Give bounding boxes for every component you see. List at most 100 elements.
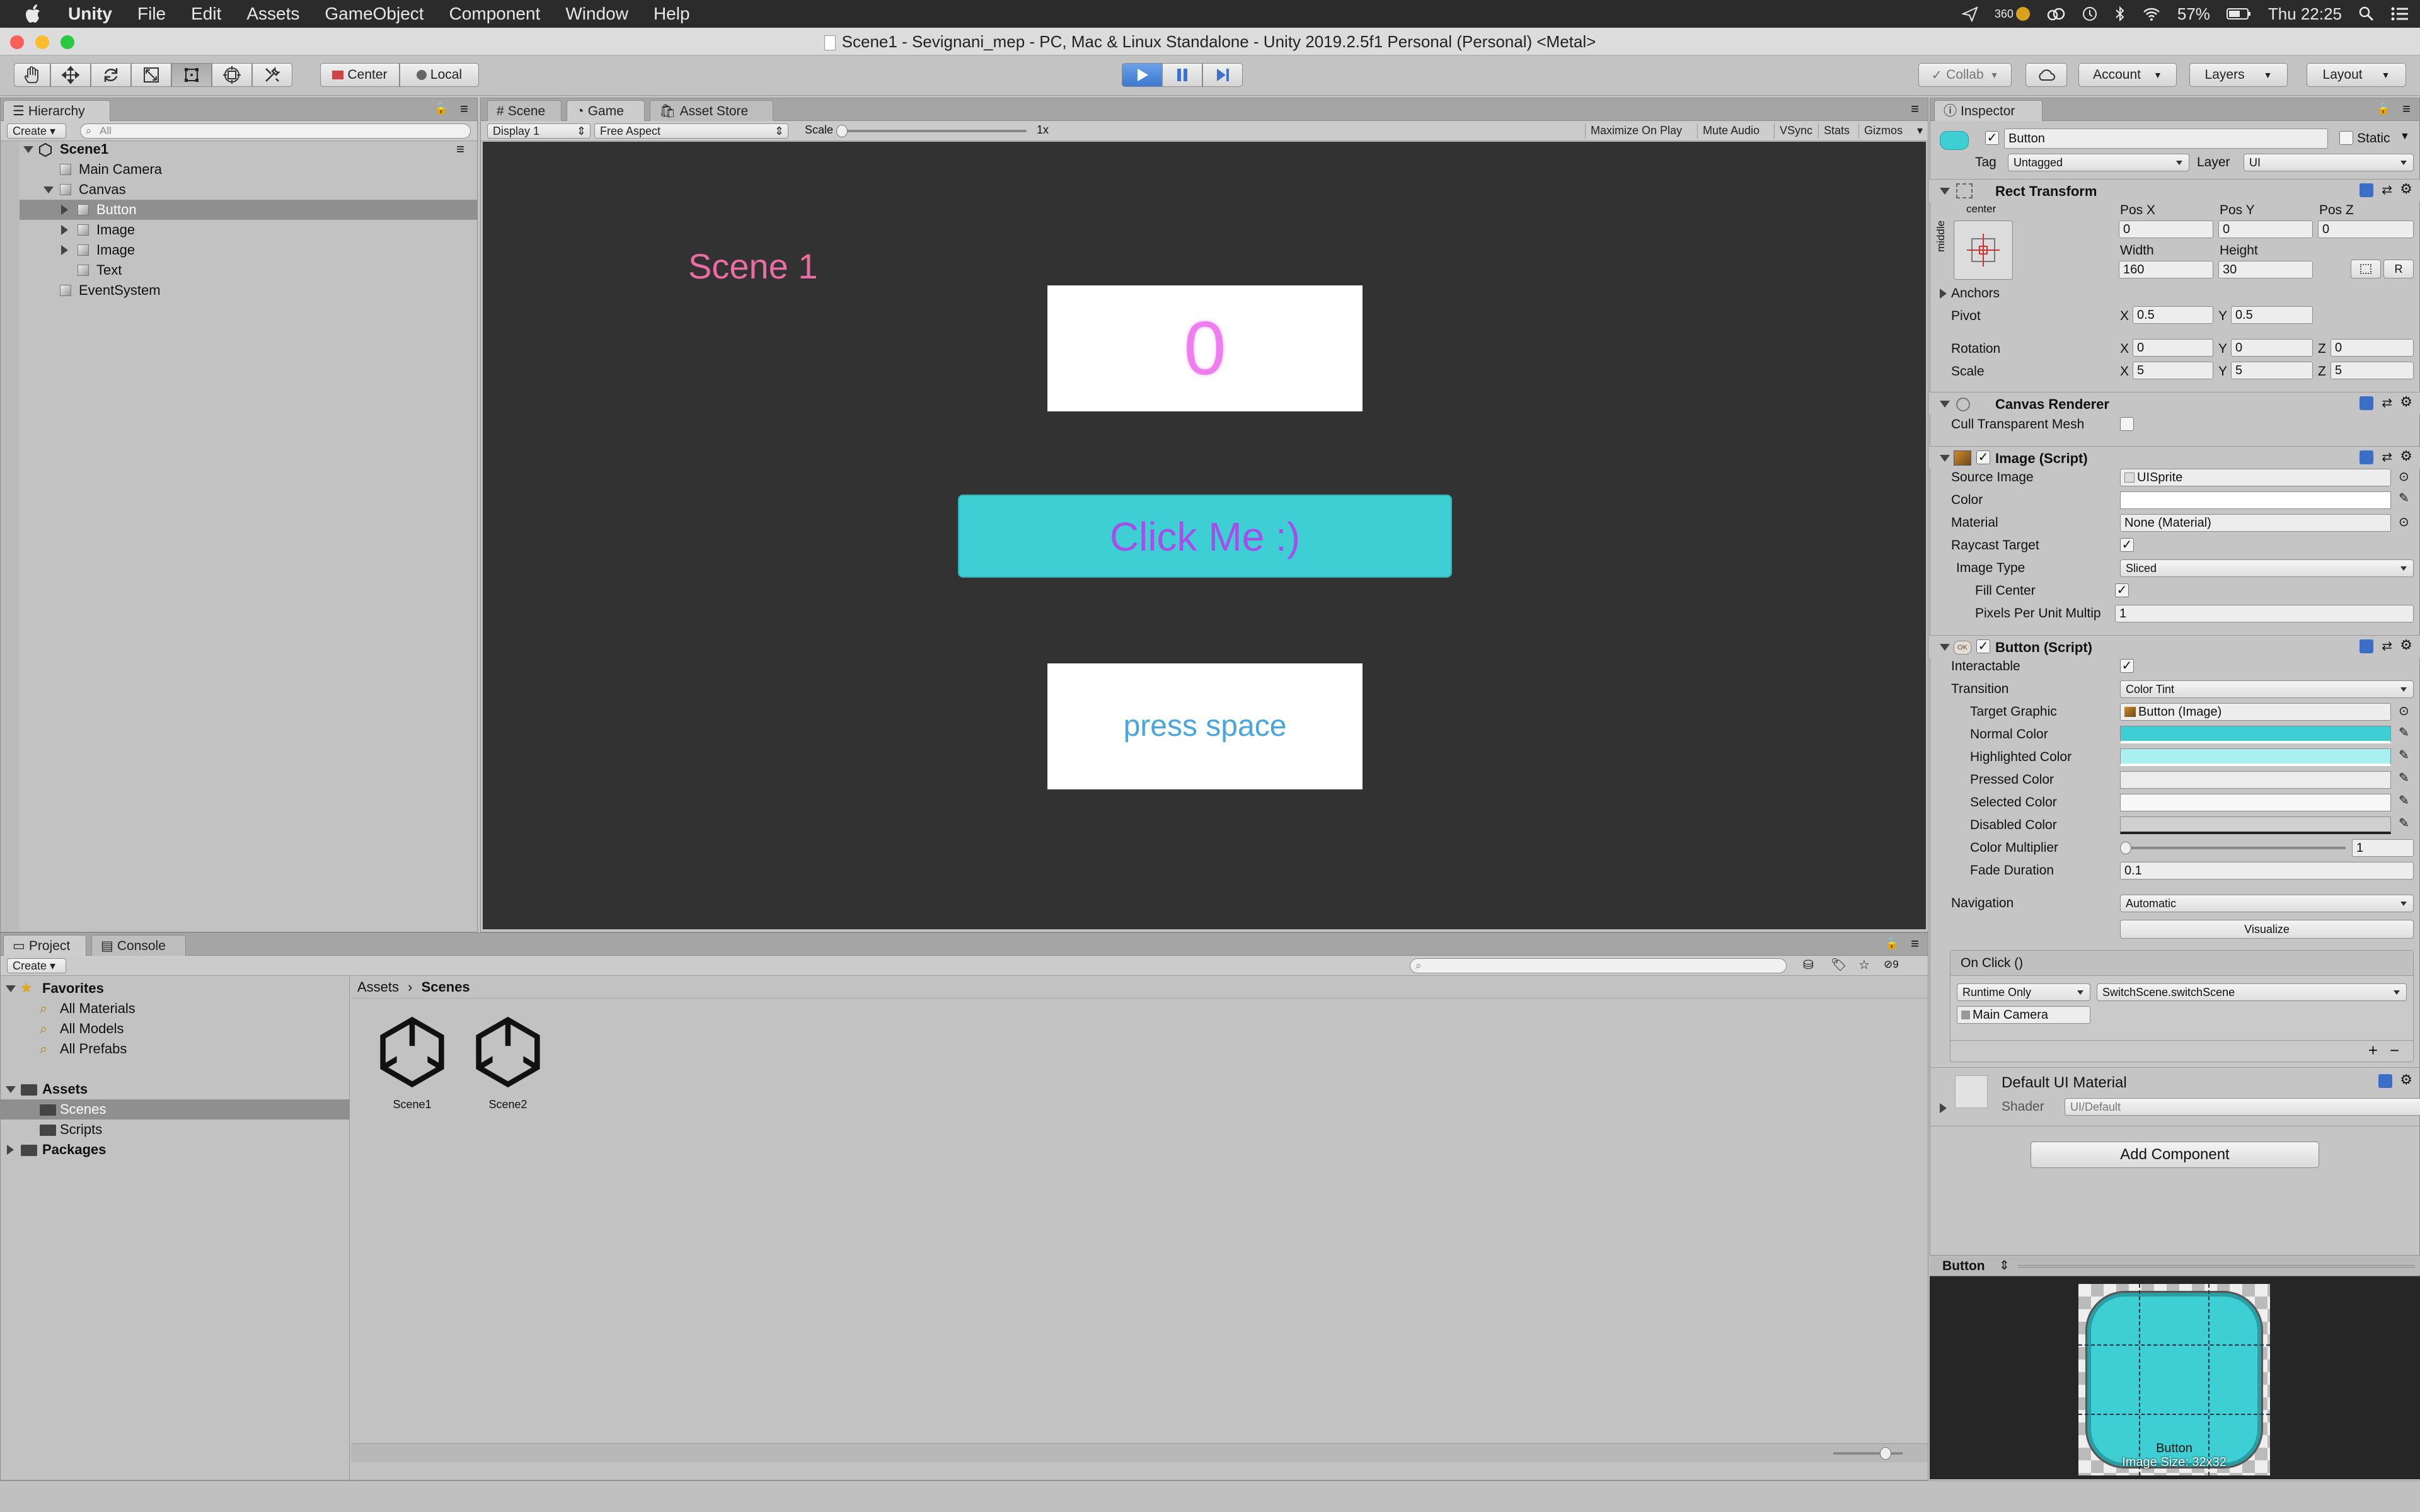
notification-center-icon[interactable] bbox=[2391, 6, 2409, 21]
tab-inspector[interactable]: ⓘ Inspector bbox=[1934, 100, 2043, 121]
image-script-header[interactable]: ✓ Image (Script) ⇄ ⚙ bbox=[1930, 446, 2420, 469]
scale-x-field[interactable]: 5 bbox=[2133, 362, 2213, 379]
pressed-color-field[interactable] bbox=[2120, 771, 2391, 789]
color-multiplier-slider[interactable] bbox=[2124, 847, 2346, 849]
hierarchy-item-image-2[interactable]: Image bbox=[20, 240, 473, 260]
posy-field[interactable]: 0 bbox=[2218, 220, 2313, 238]
pivot-local-button[interactable]: Local bbox=[400, 63, 479, 87]
lock-icon[interactable]: 🔒 bbox=[434, 102, 448, 115]
component-gear-icon[interactable]: ⚙ bbox=[2400, 448, 2412, 464]
icon-size-slider[interactable] bbox=[1833, 1452, 1903, 1455]
hierarchy-item-canvas[interactable]: Canvas bbox=[20, 180, 473, 200]
lock-icon[interactable]: 🔒 bbox=[1885, 937, 1899, 950]
transform-tool-button[interactable] bbox=[212, 63, 252, 87]
scale-y-field[interactable]: 5 bbox=[2231, 362, 2313, 379]
canvas-renderer-header[interactable]: Canvas Renderer ⇄ ⚙ bbox=[1930, 392, 2420, 415]
expand-arrow-icon[interactable] bbox=[61, 225, 68, 235]
tab-asset-store[interactable]: 🛍 Asset Store bbox=[650, 100, 773, 121]
foldout-arrow-icon[interactable] bbox=[1940, 644, 1950, 651]
rotation-x-field[interactable]: 0 bbox=[2133, 339, 2213, 357]
button-enabled-checkbox[interactable]: ✓ bbox=[1976, 639, 1990, 653]
project-create-button[interactable]: Create ▾ bbox=[7, 958, 66, 973]
foldout-arrow-icon[interactable] bbox=[1940, 188, 1950, 195]
object-picker-icon[interactable]: ⊙ bbox=[2399, 703, 2409, 719]
cloud-button[interactable] bbox=[2025, 63, 2067, 87]
add-listener-button[interactable]: + bbox=[2368, 1041, 2378, 1060]
click-me-button[interactable]: Click Me :) bbox=[958, 495, 1452, 578]
navigation-dropdown[interactable]: Automatic bbox=[2120, 895, 2414, 912]
target-graphic-field[interactable]: Button (Image) bbox=[2120, 703, 2391, 721]
display-dropdown[interactable]: Display 1 ⇕ bbox=[487, 123, 591, 139]
preset-sliders-icon[interactable]: ⇄ bbox=[2382, 182, 2392, 198]
function-dropdown[interactable]: SwitchScene.switchScene bbox=[2097, 983, 2407, 1001]
tab-console[interactable]: ▤ Console bbox=[91, 935, 186, 956]
scale-z-field[interactable]: 5 bbox=[2331, 362, 2414, 379]
layer-dropdown[interactable]: UI bbox=[2244, 154, 2414, 171]
layers-dropdown[interactable]: Layers ▼ bbox=[2189, 63, 2288, 87]
tab-project[interactable]: ▭ Project bbox=[3, 935, 86, 956]
mute-audio-toggle[interactable]: Mute Audio bbox=[1697, 123, 1772, 139]
help-book-icon[interactable] bbox=[2360, 450, 2373, 464]
apple-icon[interactable] bbox=[0, 4, 55, 24]
temperature-badge[interactable]: 360 bbox=[1995, 7, 2030, 21]
panel-menu-icon[interactable]: ≡ bbox=[1911, 936, 1919, 952]
hierarchy-item-text[interactable]: Text bbox=[20, 260, 473, 280]
height-field[interactable]: 30 bbox=[2218, 261, 2313, 278]
preset-sliders-icon[interactable]: ⇄ bbox=[2382, 395, 2392, 411]
cull-checkbox[interactable] bbox=[2120, 417, 2134, 431]
expand-arrow-icon[interactable] bbox=[61, 245, 68, 255]
expand-arrow-icon[interactable] bbox=[61, 205, 68, 215]
expand-arrow-icon[interactable] bbox=[43, 186, 54, 193]
wifi-icon[interactable] bbox=[2142, 6, 2161, 21]
play-button[interactable] bbox=[1122, 63, 1162, 87]
preset-sliders-icon[interactable]: ⇄ bbox=[2382, 449, 2392, 465]
move-tool-button[interactable] bbox=[50, 63, 91, 87]
disabled-color-field[interactable] bbox=[2120, 816, 2391, 834]
filter-by-label-icon[interactable]: 🏷 bbox=[1831, 957, 1847, 973]
eyedropper-icon[interactable]: ✎ bbox=[2399, 770, 2409, 786]
add-component-button[interactable]: Add Component bbox=[2031, 1142, 2319, 1168]
scene-menu-icon[interactable]: ≡ bbox=[456, 139, 464, 159]
anchors-foldout-icon[interactable] bbox=[1940, 289, 1947, 299]
aspect-dropdown[interactable]: Free Aspect ⇕ bbox=[594, 123, 788, 139]
asset-scene1[interactable]: Scene1 bbox=[374, 1014, 451, 1114]
interactable-checkbox[interactable]: ✓ bbox=[2120, 659, 2134, 673]
component-gear-icon[interactable]: ⚙ bbox=[2400, 637, 2412, 653]
drag-handle-icon[interactable]: ⇕ bbox=[1999, 1257, 2010, 1273]
object-picker-icon[interactable]: ⊙ bbox=[2399, 514, 2409, 530]
gameobject-active-checkbox[interactable]: ✓ bbox=[1985, 131, 1999, 145]
creative-cloud-icon[interactable] bbox=[2046, 6, 2065, 21]
tag-dropdown[interactable]: Untagged bbox=[2008, 154, 2189, 171]
pivot-center-button[interactable]: Center bbox=[320, 63, 400, 87]
spotlight-search-icon[interactable] bbox=[2358, 6, 2375, 22]
shader-dropdown[interactable]: UI/Default bbox=[2065, 1098, 2420, 1116]
time-machine-icon[interactable] bbox=[2082, 6, 2098, 22]
highlighted-color-field[interactable] bbox=[2120, 748, 2391, 766]
visualize-button[interactable]: Visualize bbox=[2120, 920, 2414, 939]
posx-field[interactable]: 0 bbox=[2119, 220, 2213, 238]
tab-scene[interactable]: # Scene bbox=[487, 100, 562, 121]
rect-transform-header[interactable]: Rect Transform ⇄ ⚙ bbox=[1930, 179, 2420, 202]
breadcrumb-assets[interactable]: Assets bbox=[357, 979, 399, 995]
fill-center-checkbox[interactable]: ✓ bbox=[2115, 583, 2129, 597]
transition-dropdown[interactable]: Color Tint bbox=[2120, 680, 2414, 698]
eyedropper-icon[interactable]: ✎ bbox=[2399, 815, 2409, 831]
pivot-y-field[interactable]: 0.5 bbox=[2231, 306, 2313, 324]
raycast-checkbox[interactable]: ✓ bbox=[2120, 538, 2134, 552]
stats-toggle[interactable]: Stats bbox=[1818, 123, 1856, 139]
eyedropper-icon[interactable]: ✎ bbox=[2399, 490, 2409, 506]
gizmos-dropdown[interactable]: Gizmos ▾ bbox=[1858, 123, 1925, 139]
pivot-x-field[interactable]: 0.5 bbox=[2133, 306, 2213, 324]
image-enabled-checkbox[interactable]: ✓ bbox=[1976, 450, 1990, 464]
scale-tool-button[interactable] bbox=[131, 63, 171, 87]
rect-tool-button[interactable] bbox=[171, 63, 212, 87]
menu-edit[interactable]: Edit bbox=[178, 4, 234, 24]
hierarchy-item-image[interactable]: Image bbox=[20, 220, 473, 240]
breadcrumb-scenes[interactable]: Scenes bbox=[422, 979, 470, 995]
foldout-arrow-icon[interactable] bbox=[1940, 401, 1950, 408]
button-script-header[interactable]: OK ✓ Button (Script) ⇄ ⚙ bbox=[1930, 635, 2420, 658]
step-button[interactable] bbox=[1202, 63, 1243, 87]
eyedropper-icon[interactable]: ✎ bbox=[2399, 747, 2409, 763]
help-book-icon[interactable] bbox=[2360, 639, 2373, 653]
hidden-packages-icon[interactable]: ⊘9 bbox=[1884, 958, 1899, 971]
